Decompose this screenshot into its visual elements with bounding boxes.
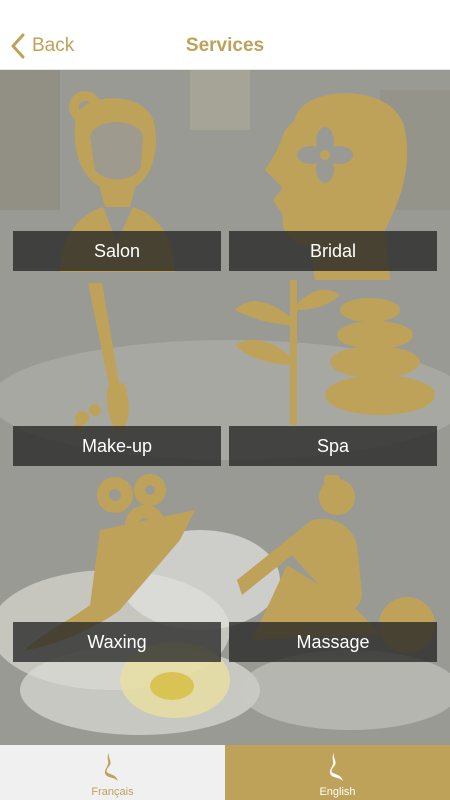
tab-english[interactable]: English bbox=[225, 745, 450, 800]
tab-label: English bbox=[319, 786, 356, 798]
service-label: Salon bbox=[13, 231, 221, 271]
service-label: Massage bbox=[229, 622, 437, 662]
service-waxing[interactable]: Waxing bbox=[13, 622, 221, 662]
language-tab-bar: Français English bbox=[0, 745, 450, 800]
brand-logo-icon bbox=[104, 753, 118, 781]
page-title: Services bbox=[185, 35, 265, 56]
service-label: Spa bbox=[229, 426, 437, 466]
tab-label: Français bbox=[91, 786, 134, 798]
service-salon[interactable]: Salon bbox=[13, 231, 221, 271]
service-label: Waxing bbox=[13, 622, 221, 662]
service-bridal[interactable]: Bridal bbox=[229, 231, 437, 271]
service-label: Make-up bbox=[13, 426, 221, 466]
service-label: Bridal bbox=[229, 231, 437, 271]
brand-logo-icon bbox=[329, 753, 343, 781]
tab-francais[interactable]: Français bbox=[0, 745, 225, 800]
service-spa[interactable]: Spa bbox=[229, 426, 437, 466]
service-massage[interactable]: Massage bbox=[229, 622, 437, 662]
services-grid: Salon Bridal Make-up Spa Waxing Massage bbox=[0, 70, 450, 745]
nav-bar: Back Services bbox=[0, 0, 450, 70]
spa-stones-bamboo-icon bbox=[235, 280, 435, 425]
service-makeup[interactable]: Make-up bbox=[13, 426, 221, 466]
makeup-brush-icon bbox=[73, 283, 129, 436]
